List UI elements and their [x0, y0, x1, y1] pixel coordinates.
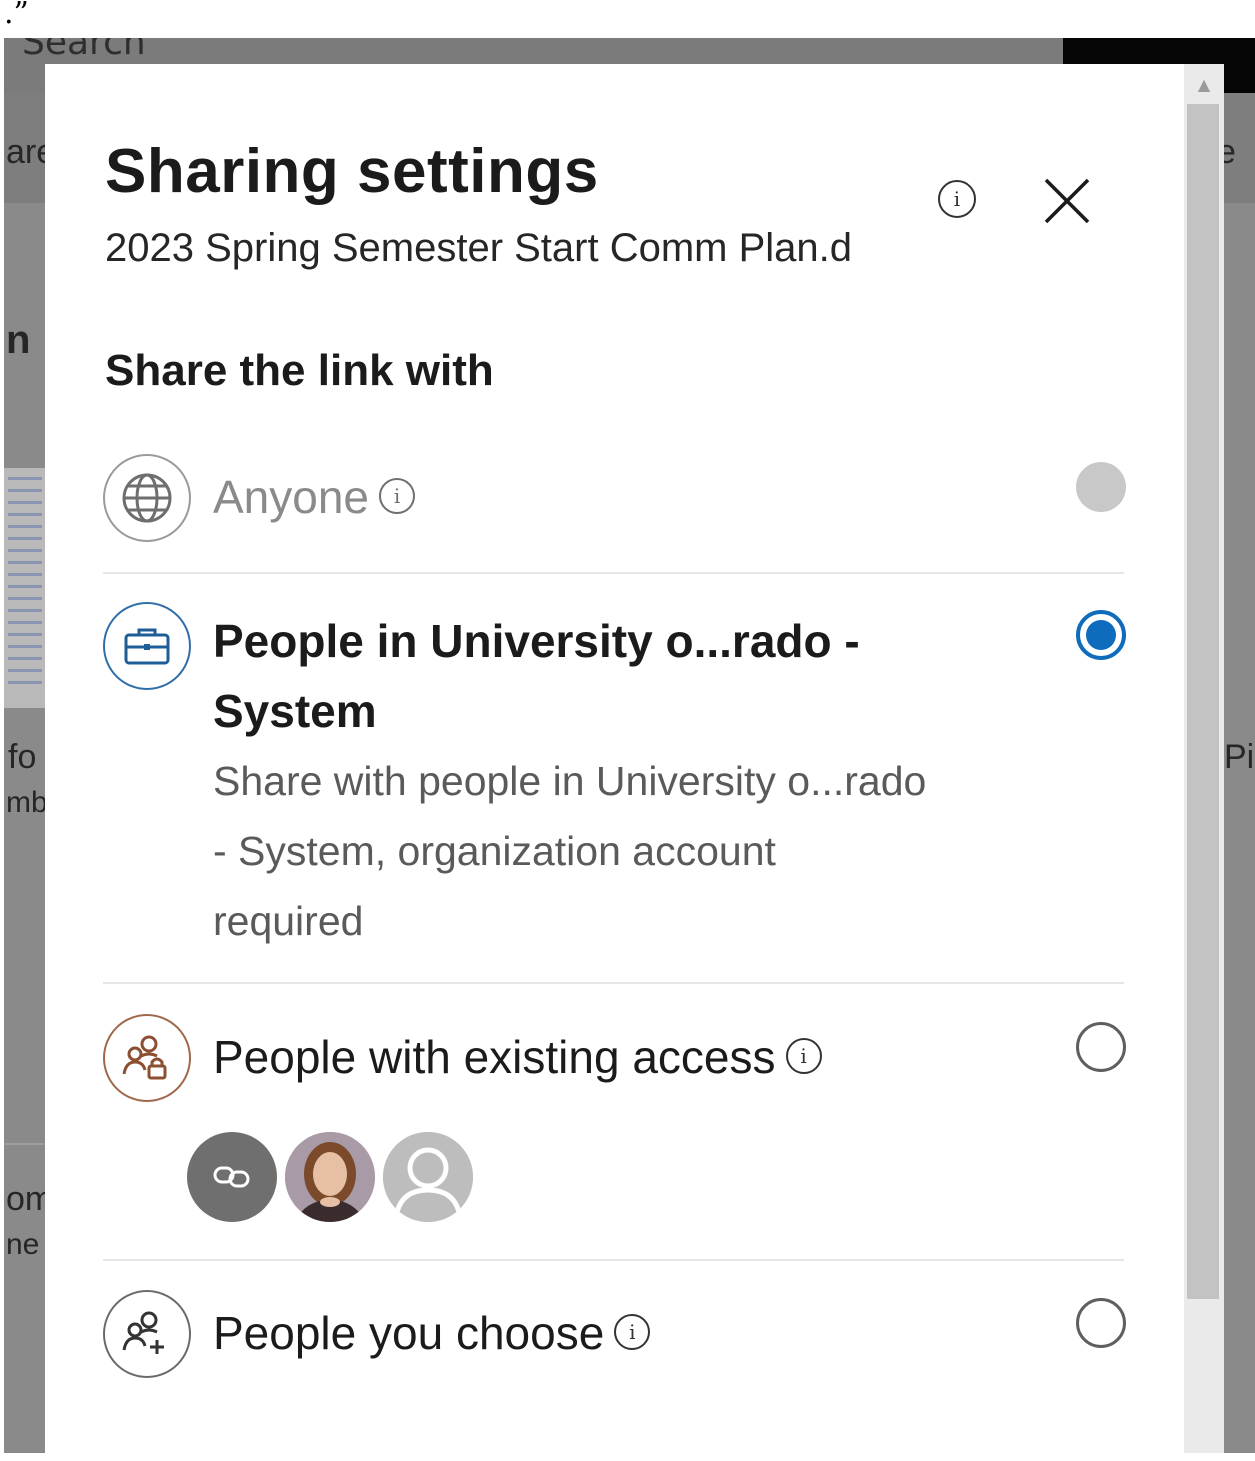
people-add-icon — [103, 1290, 191, 1378]
background-fragment: n — [6, 318, 31, 362]
share-link-heading: Share the link with — [105, 346, 494, 395]
option-existing-access[interactable]: People with existing access i — [103, 1012, 1126, 1222]
option-people-in-organization[interactable]: People in University o...rado - System S… — [103, 600, 1126, 980]
background-divider — [4, 1143, 46, 1145]
info-icon[interactable]: i — [938, 180, 976, 218]
option-org-label-line2: System — [213, 685, 377, 737]
close-button[interactable] — [1040, 174, 1094, 228]
option-anyone[interactable]: Anyone i — [103, 452, 1126, 552]
dialog-scrollbar[interactable]: ▲ — [1184, 64, 1224, 1453]
radio-existing-access[interactable] — [1076, 1022, 1126, 1072]
option-choose-label: People you choose i — [213, 1306, 651, 1360]
info-icon[interactable]: i — [379, 478, 416, 514]
stray-quote-glyph: .” — [4, 0, 29, 31]
person-photo-icon — [285, 1132, 375, 1222]
divider — [103, 1259, 1124, 1261]
placeholder-user-avatar[interactable] — [383, 1132, 473, 1222]
radio-org-selected[interactable] — [1076, 610, 1126, 660]
dialog-title: Sharing settings — [105, 137, 599, 206]
background-fragment: Pir — [1224, 738, 1255, 776]
globe-icon — [103, 454, 191, 542]
option-existing-label: People with existing access i — [213, 1030, 822, 1084]
scrollbar-thumb[interactable] — [1187, 104, 1219, 1299]
user-photo-avatar[interactable] — [285, 1132, 375, 1222]
scroll-up-arrow-icon[interactable]: ▲ — [1184, 64, 1224, 104]
link-avatar[interactable] — [187, 1132, 277, 1222]
briefcase-icon — [103, 602, 191, 690]
link-icon — [213, 1166, 250, 1188]
close-icon — [1044, 178, 1090, 224]
divider — [103, 982, 1124, 984]
info-icon[interactable]: i — [785, 1038, 822, 1074]
person-placeholder-icon — [383, 1132, 473, 1222]
sharing-settings-dialog: ▲ Sharing settings 2023 Spring Semester … — [45, 64, 1224, 1453]
people-lock-icon — [103, 1014, 191, 1102]
option-org-label-line1: People in University o...rado - — [213, 615, 860, 667]
background-fragment: fo — [8, 738, 37, 776]
option-org-description: Share with people in University o...rado… — [213, 758, 927, 944]
radio-people-you-choose[interactable] — [1076, 1298, 1126, 1348]
option-anyone-label: Anyone i — [213, 470, 416, 524]
radio-anyone-disabled — [1076, 462, 1126, 512]
divider — [103, 572, 1124, 574]
background-search-text: Search — [22, 38, 146, 63]
file-name: 2023 Spring Semester Start Comm Plan.d — [105, 226, 853, 270]
option-people-you-choose[interactable]: People you choose i — [103, 1288, 1126, 1388]
info-icon[interactable]: i — [614, 1314, 651, 1350]
background-document-thumbnail — [4, 468, 46, 708]
